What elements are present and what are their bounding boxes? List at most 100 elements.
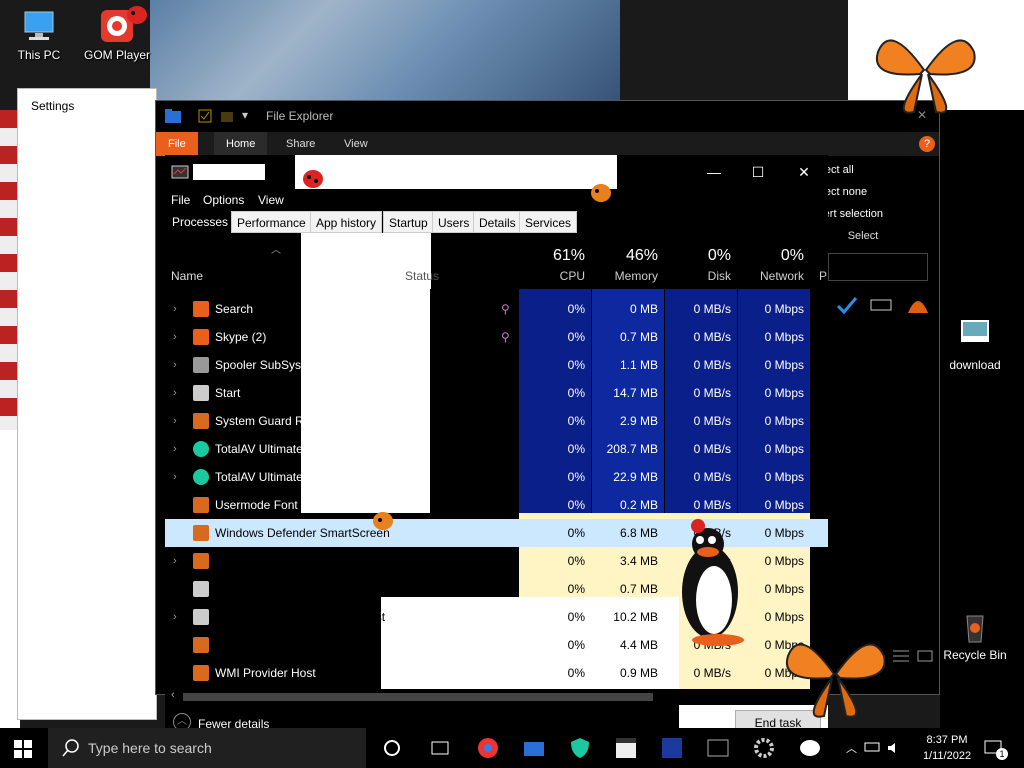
settings-window[interactable]: Settings	[17, 88, 157, 720]
desktop-icon-this-pc[interactable]: This PC	[4, 6, 74, 62]
minimize-icon[interactable]: —	[699, 161, 729, 183]
chevron-right-icon[interactable]: ›	[173, 463, 177, 491]
process-name: Spooler SubSystem App	[215, 358, 346, 372]
tab-startup[interactable]: Startup	[383, 211, 434, 233]
gear-icon[interactable]	[752, 736, 776, 760]
chevron-right-icon[interactable]: ›	[173, 379, 177, 407]
process-name: Windows Defender SmartScreen	[215, 526, 390, 540]
table-row[interactable]: › TotalAV Ultimate Antivirus Servi... 0% 22…	[165, 463, 828, 491]
cell-mem: 208.7 MB	[606, 442, 658, 456]
search-box[interactable]	[828, 253, 928, 281]
tab-performance[interactable]: Performance	[231, 211, 312, 233]
clock[interactable]: 8:37 PM 1/11/2022	[912, 732, 982, 764]
system-monitor-icon[interactable]	[706, 736, 730, 760]
tab-app-history[interactable]: App history	[310, 211, 383, 233]
process-name: Windows Security notification i...	[215, 582, 388, 596]
chevron-right-icon[interactable]: ›	[173, 323, 177, 351]
chrome-icon[interactable]	[476, 736, 500, 760]
recycle-bin-icon	[966, 615, 984, 643]
tab-users[interactable]: Users	[432, 211, 476, 233]
maximize-icon[interactable]: ☐	[743, 161, 773, 183]
tab-processes[interactable]: Processes	[167, 211, 233, 233]
notification-count: 1	[996, 748, 1008, 760]
taskbar-search-box[interactable]: Type here to search	[48, 728, 366, 768]
chevron-up-icon[interactable]: ︿	[846, 740, 857, 756]
process-name: Start	[215, 386, 241, 400]
help-icon[interactable]: ?	[919, 136, 935, 152]
chevron-right-icon[interactable]: ›	[173, 351, 177, 379]
table-row[interactable]: › System Guard Runtime Monitor... 0% 2.9 MB…	[165, 407, 828, 435]
chevron-right-icon[interactable]: ›	[173, 547, 177, 575]
chevron-right-icon[interactable]: ›	[173, 603, 177, 631]
ribbon-tab-file[interactable]: File	[156, 132, 198, 156]
chevron-right-icon[interactable]: ›	[173, 435, 177, 463]
task-view-icon[interactable]	[428, 736, 452, 760]
process-name: Windows Security Health Service	[215, 554, 392, 568]
menu-file[interactable]: File	[171, 193, 190, 207]
horizontal-scrollbar[interactable]: ‹	[165, 689, 828, 705]
calendar-app-icon[interactable]	[614, 736, 638, 760]
volume-icon[interactable]	[886, 741, 902, 755]
cell-mem: 6.8 MB	[619, 526, 658, 540]
shield-icon[interactable]	[568, 736, 592, 760]
column-power[interactable]: P	[817, 269, 827, 283]
taskmgr-tabs: Processes Performance App history Startu…	[165, 211, 828, 233]
cell-net: 0 Mbps	[764, 330, 804, 344]
scroll-left-icon[interactable]: ‹	[171, 689, 175, 701]
menu-view[interactable]: View	[258, 193, 284, 207]
table-row[interactable]: › Start 0% 14.7 MB 0 MB/s 0 Mbps	[165, 379, 828, 407]
shell-icon[interactable]	[906, 293, 930, 315]
cell-mem: 14.7 MB	[613, 386, 658, 400]
menu-options[interactable]: Options	[203, 193, 244, 207]
windows-start-icon[interactable]	[14, 740, 32, 758]
cell-net: 0 Mbps	[764, 414, 804, 428]
checkmark-icon[interactable]	[836, 295, 858, 315]
tab-details[interactable]: Details	[473, 211, 522, 233]
cell-cpu: 0%	[567, 302, 585, 316]
penguin-app-icon[interactable]	[798, 736, 822, 760]
column-status[interactable]: Status	[405, 269, 439, 283]
column-cpu[interactable]: CPU	[519, 269, 585, 283]
ribbon-tab-view[interactable]: View	[332, 132, 380, 156]
cell-disk: 0 MB/s	[693, 470, 731, 484]
table-row[interactable]: › TotalAV Ultimate Antivirus Servi... 0% 20…	[165, 435, 828, 463]
ribbon-tab-share[interactable]: Share	[274, 132, 327, 156]
quick-access-dropdown-icon[interactable]: ▾	[242, 108, 248, 122]
tab-services[interactable]: Services	[519, 211, 578, 233]
table-row[interactable]: › Skype (2) ⚲ 0% 0.7 MB 0 MB/s 0 Mbps	[165, 323, 828, 351]
table-row[interactable]: WMI Provider Host 0% 0.9 MB 0 MB/s 0 Mbps	[165, 659, 828, 687]
large-icons-view-icon[interactable]	[916, 649, 934, 663]
process-name: Skype (2)	[215, 330, 267, 344]
cell-mem: 2.9 MB	[619, 414, 658, 428]
file-explorer-icon[interactable]	[522, 736, 546, 760]
media-player-icon[interactable]	[660, 736, 684, 760]
column-memory[interactable]: Memory	[592, 269, 658, 283]
table-row[interactable]: › Search ⚲ 0% 0 MB 0 MB/s 0 Mbps	[165, 295, 828, 323]
column-disk[interactable]: Disk	[665, 269, 731, 283]
properties-icon[interactable]	[198, 109, 212, 123]
cell-mem: 4.4 MB	[619, 638, 658, 652]
cortana-icon[interactable]	[380, 736, 404, 760]
taskmgr-titlebar[interactable]: — ☐ ✕	[165, 155, 828, 211]
desktop-icon-download[interactable]: download	[940, 316, 1010, 372]
table-row[interactable]: Usermode Font Driver Host 0% 0.2 MB 0 MB/s 0…	[165, 491, 828, 519]
close-icon[interactable]: ✕	[789, 161, 819, 183]
desktop-icon-recycle-bin[interactable]: Recycle Bin	[940, 606, 1010, 662]
chevron-right-icon[interactable]: ›	[173, 407, 177, 435]
details-view-icon[interactable]	[892, 649, 910, 663]
network-icon[interactable]	[864, 741, 880, 755]
ribbon-tab-home[interactable]: Home	[214, 132, 268, 156]
scrollbar-thumb[interactable]	[183, 693, 653, 701]
table-row[interactable]: › Spooler SubSystem App 0% 1.1 MB 0 MB/s 0 Mb…	[165, 351, 828, 379]
process-name: TotalAV Ultimate Antivirus Servi...	[215, 442, 393, 456]
column-network[interactable]: Network	[738, 269, 804, 283]
explorer-titlebar[interactable]: ▾ File Explorer ✕	[156, 101, 939, 131]
ribbon-tabs: File Home Share View ?	[156, 132, 939, 156]
chevron-right-icon[interactable]: ›	[173, 295, 177, 323]
drive-icon[interactable]	[870, 297, 892, 313]
column-name[interactable]: Name	[171, 269, 203, 283]
new-folder-icon[interactable]	[220, 109, 234, 123]
cell-net: 0 Mbps	[764, 358, 804, 372]
task-manager-window[interactable]: — ☐ ✕ File Options View Processes Perfor…	[165, 155, 828, 740]
cell-mem: 0 MB	[629, 302, 658, 316]
